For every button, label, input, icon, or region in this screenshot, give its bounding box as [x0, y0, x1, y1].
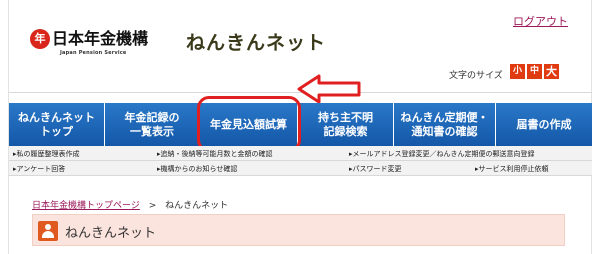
sublink-email-registration[interactable]: ▸メールアドレス登録変更／ねんきん定期便の郵送意向登録 — [349, 149, 535, 159]
sublink-service-stop[interactable]: ▸サービス利用停止依頼 — [475, 164, 549, 174]
nav-form-creation[interactable]: 届書の作成 — [496, 103, 592, 146]
font-size-small-button[interactable]: 小 — [510, 64, 525, 79]
breadcrumb-separator: > — [148, 201, 157, 211]
sublink-history-table[interactable]: ▸私の履歴整理表作成 — [13, 149, 80, 159]
highlight-annotation — [197, 96, 301, 152]
content-title: ねんきんネット — [65, 226, 157, 241]
site-title: ねんきんネット — [186, 32, 327, 54]
sublink-password-change[interactable]: ▸パスワード変更 — [349, 164, 402, 174]
site-logo[interactable]: 年 日本年金機構 Japan Pension Service — [30, 29, 148, 56]
logo-english: Japan Pension Service — [60, 50, 127, 56]
nav-regular-notice[interactable]: ねんきん定期便・ 通知書の確認 — [394, 103, 496, 146]
sublink-additional-payment[interactable]: ▸追納・後納等可能月数と金額の確認 — [157, 149, 273, 159]
arrow-annotation-icon — [297, 74, 361, 104]
font-size-large-button[interactable]: 大 — [544, 64, 559, 79]
content-title-bar: ねんきんネット — [32, 214, 565, 246]
nav-record-list[interactable]: 年金記録の 一覧表示 — [105, 103, 200, 146]
person-icon — [38, 221, 58, 241]
logout-link[interactable]: ログアウト — [513, 13, 568, 29]
sublink-row-2: ▸アンケート回答 ▸機構からのお知らせ確認 ▸パスワード変更 ▸サービス利用停止… — [9, 161, 592, 176]
breadcrumb-home-link[interactable]: 日本年金機構トップページ — [32, 201, 140, 211]
breadcrumb-current: ねんきんネット — [165, 201, 229, 211]
breadcrumb: 日本年金機構トップページ > ねんきんネット — [32, 198, 228, 211]
sublink-notices[interactable]: ▸機構からのお知らせ確認 — [157, 164, 237, 174]
nav-top[interactable]: ねんきんネット トップ — [9, 103, 105, 146]
sublink-survey[interactable]: ▸アンケート回答 — [13, 164, 65, 174]
logo-mark-icon: 年 — [30, 29, 50, 49]
nav-unknown-record-search[interactable]: 持ち主不明 記録検索 — [298, 103, 394, 146]
font-size-medium-button[interactable]: 中 — [527, 64, 542, 79]
logo-text: 日本年金機構 — [52, 29, 149, 48]
sublink-row-1: ▸私の履歴整理表作成 ▸追納・後納等可能月数と金額の確認 ▸メールアドレス登録変… — [9, 146, 592, 161]
font-size-label: 文字のサイズ — [449, 71, 503, 81]
